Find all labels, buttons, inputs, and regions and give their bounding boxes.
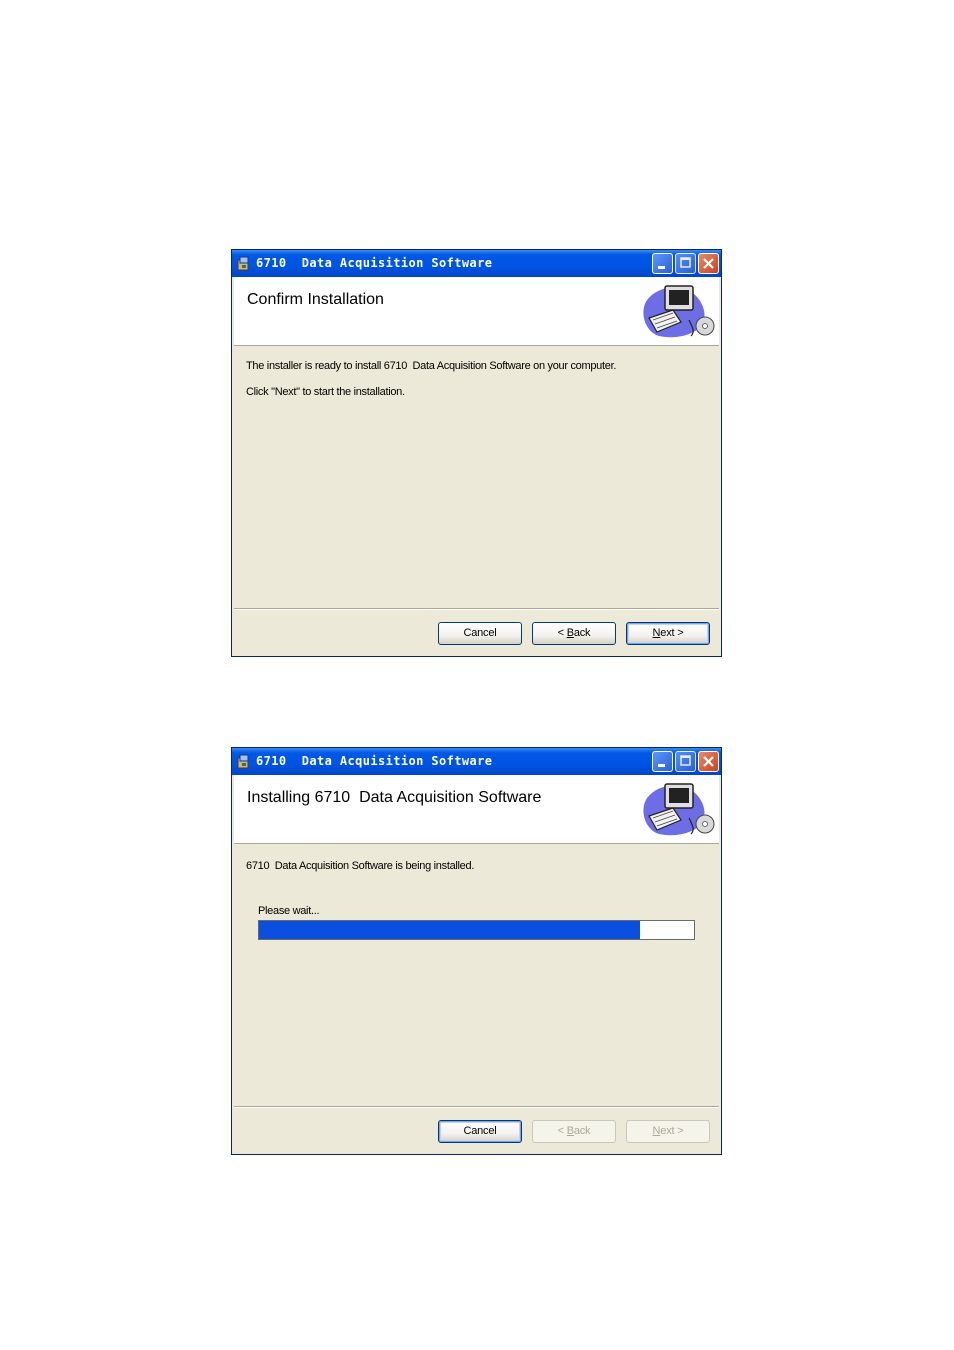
cancel-button-label: Cancel: [463, 627, 497, 639]
maximize-icon[interactable]: [675, 751, 696, 772]
next-button[interactable]: Next >: [626, 1120, 710, 1143]
status-text: 6710 Data Acquisition Software is being …: [246, 860, 475, 872]
title-bar[interactable]: 6710 Data Acquisition Software: [232, 748, 721, 775]
title-bar[interactable]: 6710 Data Acquisition Software: [232, 250, 721, 277]
back-button[interactable]: < Back: [532, 622, 616, 645]
cancel-button[interactable]: Cancel: [438, 1120, 522, 1143]
close-icon[interactable]: [698, 751, 719, 772]
cancel-button[interactable]: Cancel: [438, 622, 522, 645]
computer-cd-icon: [643, 783, 715, 836]
maximize-icon[interactable]: [675, 253, 696, 274]
minimize-icon[interactable]: [652, 751, 673, 772]
back-button-mnemonic: B: [566, 1125, 574, 1137]
divider: [234, 608, 719, 610]
next-button-label: ext >: [660, 627, 684, 639]
next-button-label: ext >: [660, 1125, 684, 1137]
body-text-ready: The installer is ready to install 6710 D…: [246, 360, 617, 372]
back-button-prefix: <: [557, 1125, 567, 1137]
next-button[interactable]: Next >: [626, 622, 710, 645]
window-title: 6710 Data Acquisition Software: [256, 256, 493, 270]
computer-cd-icon: [643, 285, 715, 338]
divider: [234, 1106, 719, 1108]
confirm-installation-dialog: 6710 Data Acquisition Software Confirm I…: [231, 249, 722, 657]
body-text-instruction: Click "Next" to start the installation.: [246, 386, 405, 398]
cancel-button-label: Cancel: [463, 1125, 497, 1137]
back-button[interactable]: < Back: [532, 1120, 616, 1143]
page-title: Installing 6710 Data Acquisition Softwar…: [247, 789, 542, 806]
back-button-label: ack: [573, 1125, 591, 1137]
installer-package-icon[interactable]: [236, 255, 252, 272]
installing-dialog: 6710 Data Acquisition Software Installin…: [231, 747, 722, 1155]
close-icon[interactable]: [698, 253, 719, 274]
back-button-label: ack: [573, 627, 591, 639]
progress-bar: [258, 920, 695, 940]
page-title: Confirm Installation: [247, 291, 384, 308]
installer-package-icon[interactable]: [236, 753, 252, 770]
dialog-header: Confirm Installation: [234, 277, 719, 346]
progress-label: Please wait...: [258, 905, 320, 917]
dialog-header: Installing 6710 Data Acquisition Softwar…: [234, 775, 719, 844]
back-button-prefix: <: [557, 627, 567, 639]
progress-bar-fill: [259, 921, 640, 939]
minimize-icon[interactable]: [652, 253, 673, 274]
window-title: 6710 Data Acquisition Software: [256, 754, 493, 768]
back-button-mnemonic: B: [566, 627, 574, 639]
